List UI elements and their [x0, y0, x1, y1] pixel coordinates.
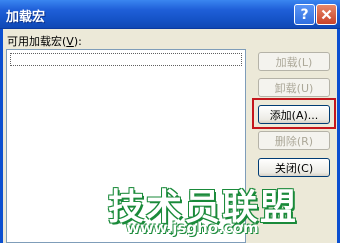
- list-focus-row[interactable]: [10, 53, 242, 66]
- close-window-button[interactable]: [316, 4, 337, 25]
- window-title: 加载宏: [6, 10, 46, 25]
- addins-list-label: 可用加载宏(V):: [7, 35, 82, 48]
- add-button-highlight: [252, 98, 336, 129]
- title-bar[interactable]: 加载宏 ?: [0, 0, 340, 29]
- load-button[interactable]: 加载(L): [258, 52, 330, 71]
- help-button[interactable]: ?: [294, 4, 315, 25]
- watermark-url: www.jsgho.com: [126, 219, 259, 237]
- close-icon: [321, 9, 332, 20]
- help-icon: ?: [300, 6, 309, 23]
- close-button[interactable]: 关闭(C): [258, 158, 330, 177]
- unload-button[interactable]: 卸载(U): [258, 78, 330, 97]
- delete-button[interactable]: 删除(R): [258, 131, 330, 150]
